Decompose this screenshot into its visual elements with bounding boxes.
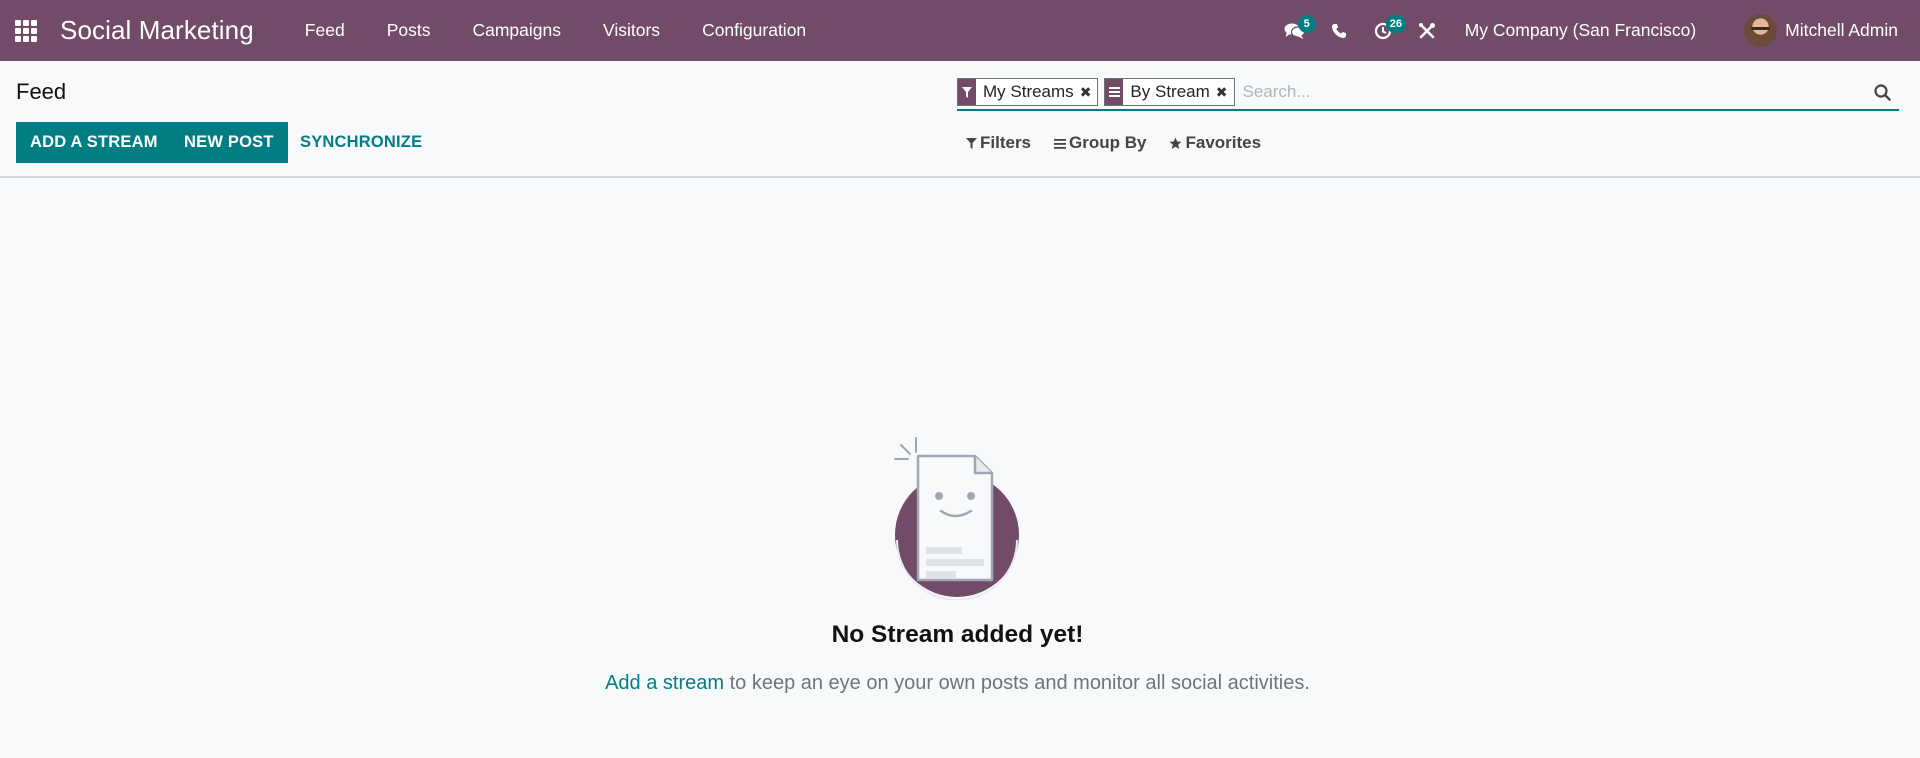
phone-icon xyxy=(1331,23,1346,38)
filter-icon xyxy=(958,79,976,105)
smiling-document-illustration xyxy=(894,437,1019,600)
favorites-label: Favorites xyxy=(1185,133,1262,152)
close-icon[interactable]: ✖ xyxy=(1080,84,1098,101)
filter-icon xyxy=(966,138,977,149)
search-bar: My Streams ✖ By Stream ✖ xyxy=(957,75,1899,111)
avatar xyxy=(1744,14,1778,47)
close-icon[interactable]: ✖ xyxy=(1216,84,1234,101)
filters-label: Filters xyxy=(980,133,1032,152)
company-switcher[interactable]: My Company (San Francisco) xyxy=(1465,20,1696,41)
menu-item-campaigns[interactable]: Campaigns xyxy=(451,0,582,61)
activity-menu[interactable]: 26 xyxy=(1361,0,1406,61)
facet-label: My Streams xyxy=(983,82,1074,101)
main-menu: Feed Posts Campaigns Visitors Configurat… xyxy=(284,0,827,61)
search-icon[interactable] xyxy=(1867,77,1897,107)
new-post-button[interactable]: NEW POST xyxy=(170,122,288,163)
user-menu[interactable]: Mitchell Admin xyxy=(1744,14,1898,47)
tools-icon xyxy=(1418,22,1435,38)
empty-description-text: to keep an eye on your own posts and mon… xyxy=(724,672,1310,694)
messaging-menu[interactable]: 5 xyxy=(1273,0,1317,61)
page-title: Feed xyxy=(16,79,67,104)
empty-state: No Stream added yet! Add a stream to kee… xyxy=(0,178,1920,758)
user-name: Mitchell Admin xyxy=(1785,20,1898,40)
favorites-dropdown[interactable]: Favorites xyxy=(1169,133,1261,153)
menu-item-configuration[interactable]: Configuration xyxy=(681,0,827,61)
group-by-icon xyxy=(1054,138,1067,149)
activities-badge: 26 xyxy=(1385,15,1406,33)
control-panel: Feed ADD A STREAM NEW POST SYNCHRONIZE M… xyxy=(0,61,1920,178)
systray: 5 26 My Company (San Francisco) Mitchell… xyxy=(1273,0,1920,61)
search-facet-by-stream: By Stream ✖ xyxy=(1104,78,1235,106)
search-facet-my-streams: My Streams ✖ xyxy=(957,78,1099,106)
group-by-label: Group By xyxy=(1069,133,1147,152)
menu-item-posts[interactable]: Posts xyxy=(366,0,452,61)
add-stream-link[interactable]: Add a stream xyxy=(605,672,724,694)
add-stream-button[interactable]: ADD A STREAM xyxy=(16,122,172,163)
voip-menu[interactable] xyxy=(1317,0,1361,61)
group-by-dropdown[interactable]: Group By xyxy=(1054,133,1146,153)
menu-item-feed[interactable]: Feed xyxy=(284,0,366,61)
facet-label: By Stream xyxy=(1130,82,1210,101)
synchronize-button[interactable]: SYNCHRONIZE xyxy=(286,122,436,163)
app-menu-icon[interactable] xyxy=(0,0,52,61)
messages-badge: 5 xyxy=(1297,15,1316,33)
empty-title: No Stream added yet! xyxy=(831,621,1084,648)
top-navbar: Social Marketing Feed Posts Campaigns Vi… xyxy=(0,0,1920,61)
apps-grid-icon xyxy=(15,19,37,42)
group-by-icon xyxy=(1105,79,1124,105)
star-icon xyxy=(1169,137,1182,149)
empty-description: Add a stream to keep an eye on your own … xyxy=(0,672,1915,695)
debug-menu[interactable] xyxy=(1405,0,1449,61)
search-options: Filters Group By Favorites xyxy=(966,131,1284,155)
app-brand[interactable]: Social Marketing xyxy=(60,15,254,46)
filters-dropdown[interactable]: Filters xyxy=(966,133,1031,153)
search-input[interactable] xyxy=(1240,78,1867,106)
menu-item-visitors[interactable]: Visitors xyxy=(582,0,681,61)
